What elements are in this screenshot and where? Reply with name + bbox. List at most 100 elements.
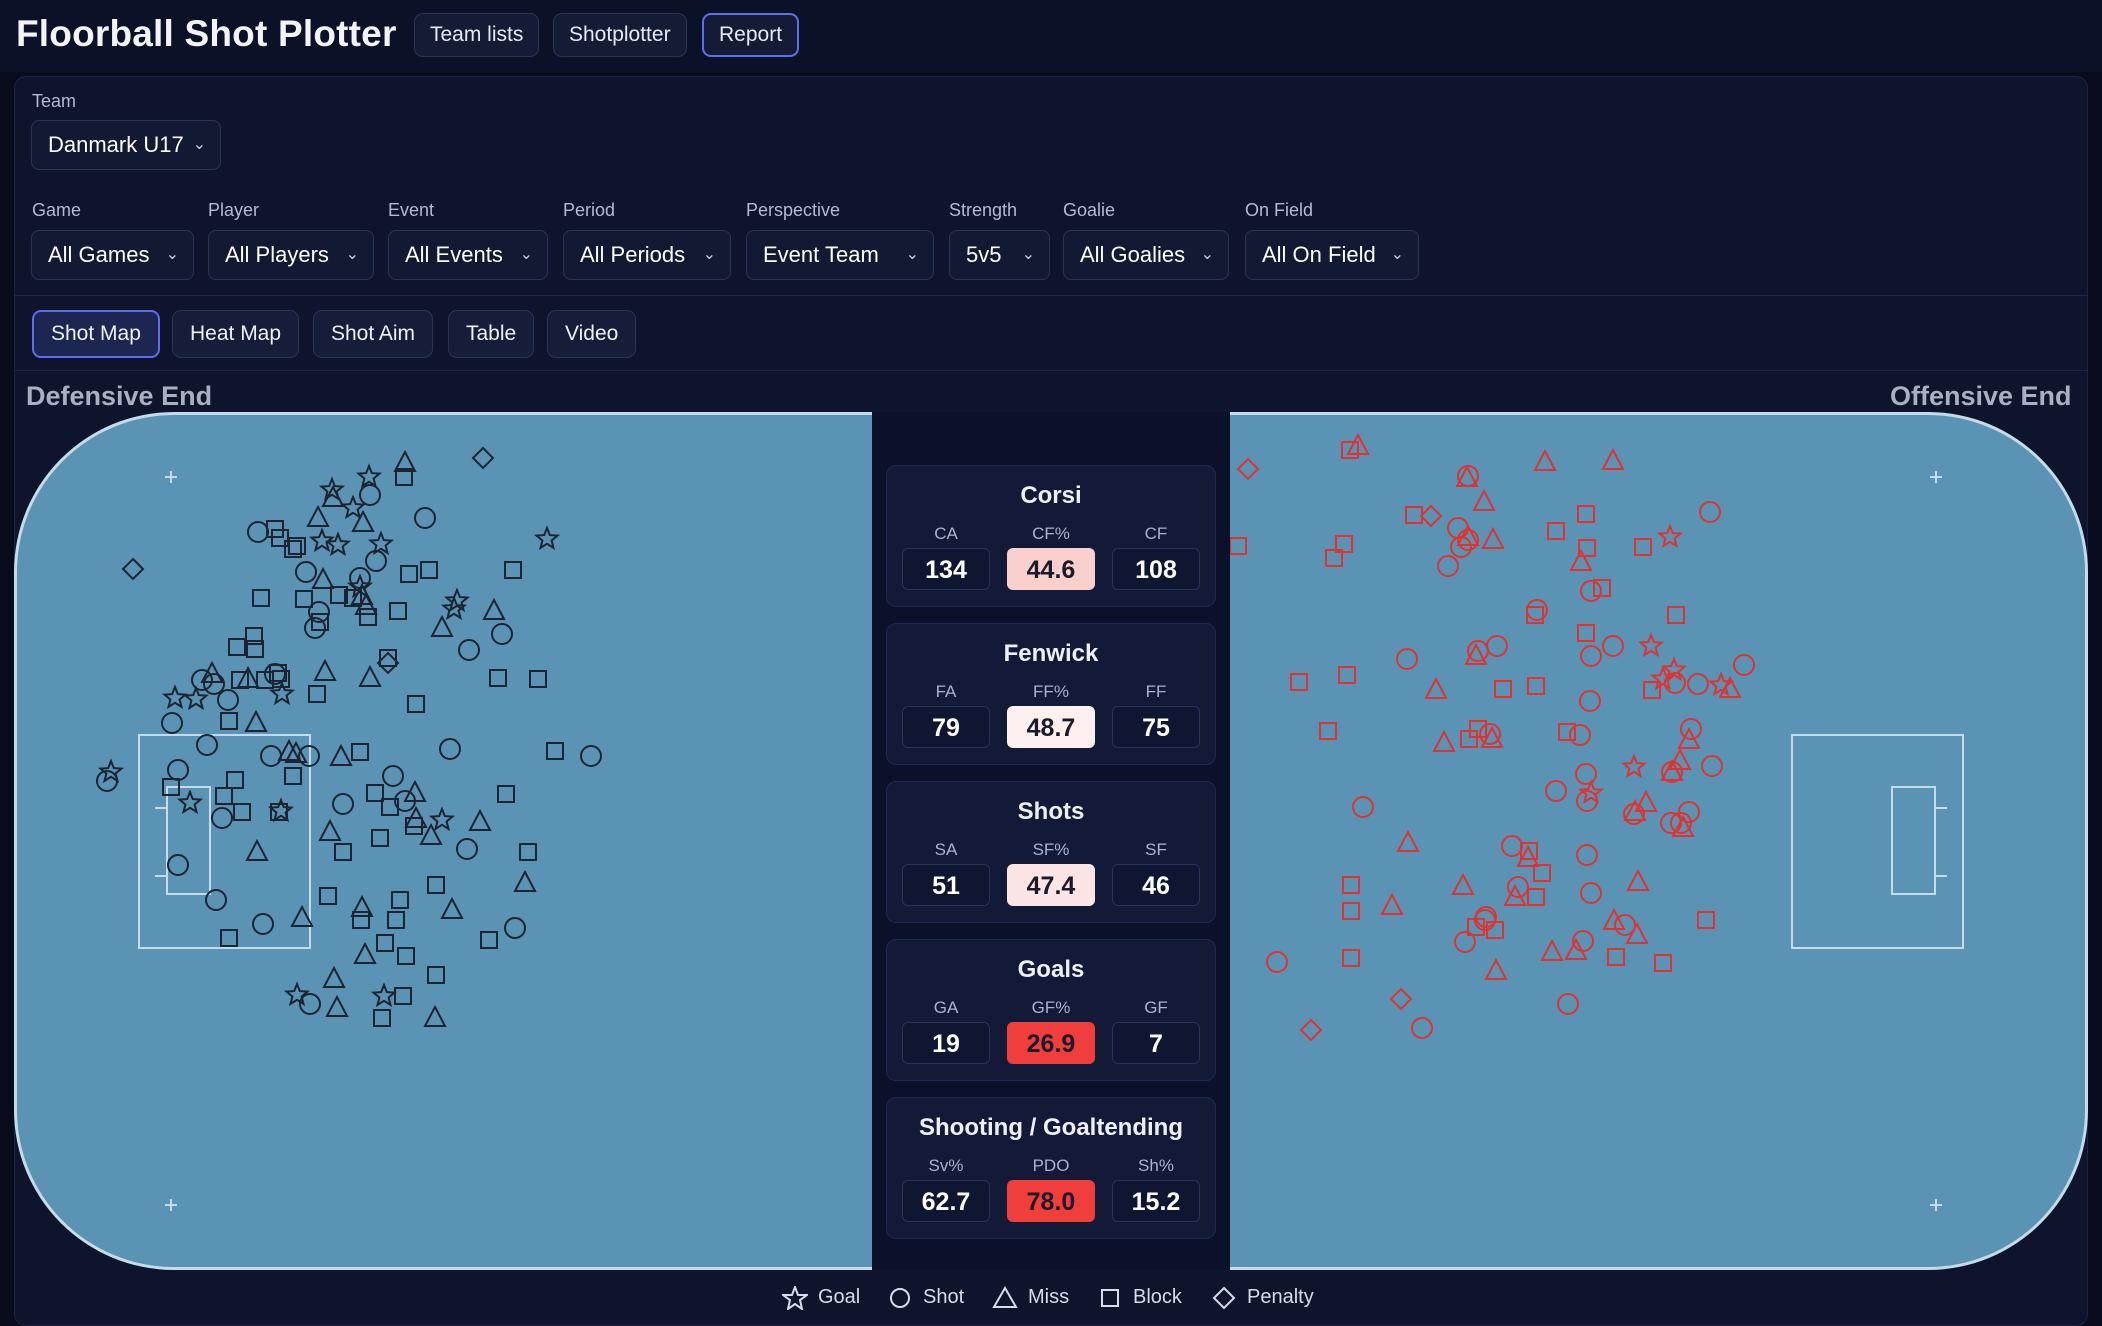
goalie-select-value: All Goalies (1080, 242, 1186, 267)
event-filter-label: Event (388, 200, 435, 220)
circle-marker (456, 838, 478, 860)
period-filter-label: Period (563, 200, 616, 220)
goals-ga-label: GA (933, 998, 959, 1017)
tab-table[interactable]: Table (448, 310, 535, 358)
square-marker (1654, 954, 1672, 972)
chevron-down-icon: ⌄ (192, 136, 206, 153)
period-select-value: All Periods (580, 242, 686, 267)
strength-select[interactable]: 5v5 ⌄ (949, 230, 1050, 280)
circle-marker (365, 550, 387, 572)
perspective-select[interactable]: Event Team ⌄ (746, 230, 934, 280)
star-icon (782, 1286, 808, 1310)
square-marker (1342, 902, 1360, 920)
perspective-filter-label: Perspective (746, 200, 841, 220)
rink-markings (138, 471, 311, 1211)
square-marker (352, 911, 370, 929)
goalie-filter-label: Goalie (1063, 200, 1116, 220)
circle-marker (1580, 645, 1602, 667)
square-marker (376, 934, 394, 952)
offensive-rink[interactable] (1230, 412, 2088, 1270)
circle-marker (1437, 555, 1459, 577)
triangle-icon (992, 1286, 1018, 1308)
square-marker (400, 565, 418, 583)
corsi-ca-value: 134 (902, 548, 990, 590)
tab-shot-aim[interactable]: Shot Aim (313, 310, 434, 358)
circle-marker (1580, 580, 1602, 602)
square-marker (546, 742, 564, 760)
tab-video[interactable]: Video (547, 310, 637, 358)
circle-marker (1580, 882, 1602, 904)
circle-marker (1557, 993, 1579, 1015)
square-marker (1319, 722, 1337, 740)
period-select[interactable]: All Periods ⌄ (563, 230, 731, 280)
goals-gf-label: GF (1144, 998, 1168, 1017)
star-marker (1656, 523, 1684, 549)
defensive-shot-map[interactable] (17, 415, 875, 1267)
game-select[interactable]: All Games ⌄ (31, 230, 194, 280)
square-marker (1342, 876, 1360, 894)
star-marker (308, 527, 336, 553)
onfield-select[interactable]: All On Field ⌄ (1245, 230, 1419, 280)
nav-report-button[interactable]: Report (702, 13, 800, 57)
tab-shot-map[interactable]: Shot Map (32, 310, 160, 358)
corsi-card: Corsi CA CF% CF 134 44.6 108 (886, 465, 1216, 607)
circle-marker (1579, 690, 1601, 712)
triangle-marker (1424, 676, 1448, 699)
circle-marker (1467, 640, 1489, 662)
circle-marker (1569, 724, 1591, 746)
square-marker (391, 891, 409, 909)
square-marker (220, 929, 238, 947)
corsi-title: Corsi (1020, 482, 1082, 509)
tab-heat-map[interactable]: Heat Map (172, 310, 300, 358)
circle-marker (205, 889, 227, 911)
shots-sfpct-value: 47.4 (1007, 864, 1095, 906)
player-select[interactable]: All Players ⌄ (208, 230, 374, 280)
goalie-select[interactable]: All Goalies ⌄ (1063, 230, 1229, 280)
nav-shotplotter-button[interactable]: Shotplotter (553, 13, 687, 57)
star-marker (355, 463, 383, 489)
perspective-select-value: Event Team (763, 242, 879, 267)
square-marker (1230, 537, 1247, 555)
defensive-rink[interactable] (14, 412, 872, 1270)
circle-marker (1447, 517, 1469, 539)
circle-marker (211, 807, 233, 829)
fenwick-ff-value: 75 (1112, 706, 1200, 748)
team-select[interactable]: Danmark U17 ⌄ (31, 120, 221, 170)
circle-marker (332, 793, 354, 815)
shooting-shpct-value: 15.2 (1112, 1180, 1200, 1222)
event-select[interactable]: All Events ⌄ (388, 230, 548, 280)
circle-marker (1680, 718, 1702, 740)
shots-sfpct-label: SF% (1032, 840, 1070, 859)
corsi-cfpct-value: 44.6 (1007, 548, 1095, 590)
star-marker (1620, 753, 1648, 779)
square-marker (233, 803, 251, 821)
square-marker (371, 829, 389, 847)
fenwick-ff-label: FF (1145, 682, 1167, 701)
chevron-down-icon: ⌄ (1390, 246, 1404, 263)
square-marker (387, 911, 405, 929)
triangle-marker (329, 743, 353, 766)
shots-card: Shots SA SF% SF 51 47.4 46 (886, 781, 1216, 923)
team-select-value: Danmark U17 (48, 132, 184, 157)
chevron-down-icon: ⌄ (905, 246, 919, 263)
square-marker (295, 590, 313, 608)
star-marker (367, 530, 395, 556)
circle-marker (1266, 951, 1288, 973)
square-marker (308, 685, 326, 703)
square-marker (1558, 723, 1576, 741)
nav-team-lists-button[interactable]: Team lists (414, 13, 540, 57)
filter-divider (14, 295, 2088, 296)
square-marker (228, 638, 246, 656)
circle-marker (414, 507, 436, 529)
marker-legend: Goal Shot Miss Block Penalty (0, 1282, 2102, 1312)
offensive-shot-map[interactable] (1230, 415, 2085, 1267)
star-marker (161, 684, 189, 710)
corsi-cfpct-label: CF% (1032, 524, 1070, 543)
square-marker (215, 787, 233, 805)
square-marker (420, 561, 438, 579)
diamond-marker (1419, 504, 1443, 528)
square-marker (1527, 888, 1545, 906)
shooting-pdo-value: 78.0 (1007, 1180, 1095, 1222)
triangle-marker (513, 869, 537, 892)
square-marker (504, 561, 522, 579)
